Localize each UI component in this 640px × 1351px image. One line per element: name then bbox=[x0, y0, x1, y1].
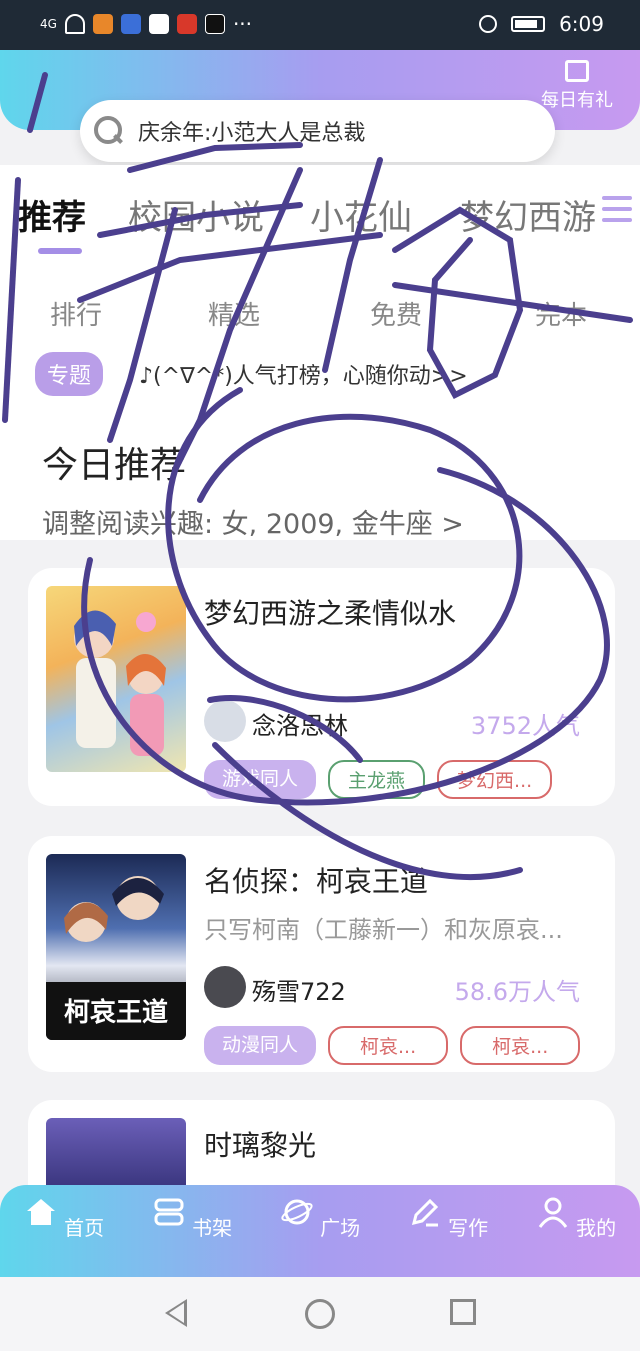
book-description: 只写柯南（工藤新一）和灰原哀... bbox=[204, 916, 563, 944]
author-name: 殇雪722 bbox=[252, 978, 346, 1006]
status-right: 6:09 bbox=[479, 12, 604, 36]
book-card[interactable]: 梦幻西游之柔情似水 念洛思林 3752人气 游戏同人 主龙燕 梦幻西... bbox=[28, 568, 615, 806]
category-menu-icon[interactable] bbox=[602, 196, 632, 229]
status-icons: 4G ··· bbox=[40, 12, 252, 36]
bookshelf-icon bbox=[154, 1198, 184, 1226]
book-title: 名侦探：柯哀王道 bbox=[204, 865, 429, 898]
popularity: 3752人气 bbox=[470, 712, 580, 740]
tab-recommend[interactable]: 推荐 bbox=[18, 190, 86, 239]
sub-navigation: 排行 精选 免费 完本 bbox=[0, 295, 640, 335]
system-nav-bar bbox=[0, 1277, 640, 1351]
popularity: 58.6万人气 bbox=[454, 978, 580, 1006]
bottom-navigation: 首页 书架 广场 写作 我的 bbox=[0, 1185, 640, 1277]
subnav-completed[interactable]: 完本 bbox=[535, 295, 587, 332]
topic-badge: 专题 bbox=[35, 352, 104, 396]
category-tabs: 推荐 校园小说 小花仙 梦幻西游 bbox=[0, 190, 640, 250]
home-circle-icon[interactable] bbox=[305, 1299, 335, 1329]
topic-text: ♪(^∇^*)人气打榜，心随你动>> bbox=[139, 364, 468, 389]
tab-menghuan-xiyou[interactable]: 梦幻西游 bbox=[460, 190, 596, 239]
search-placeholder: 庆余年:小范大人是总裁 bbox=[138, 121, 366, 146]
status-bar: 4G ··· 6:09 bbox=[0, 0, 640, 50]
pencil-icon bbox=[411, 1198, 438, 1227]
tag[interactable]: 梦幻西... bbox=[437, 760, 553, 799]
active-tab-indicator bbox=[38, 248, 82, 254]
app-notification-icon bbox=[148, 14, 169, 34]
nav-plaza[interactable]: 广场 bbox=[270, 1195, 370, 1241]
tag-list: 游戏同人 主龙燕 梦幻西... bbox=[204, 760, 553, 799]
nav-label: 书架 bbox=[192, 1216, 233, 1240]
signal-indicator: 4G bbox=[40, 17, 57, 31]
app-notification-icon bbox=[120, 14, 141, 34]
subnav-ranking[interactable]: 排行 bbox=[50, 295, 102, 332]
search-bar[interactable]: 庆余年:小范大人是总裁 bbox=[80, 100, 555, 162]
daily-gift-button[interactable]: 每日有礼 bbox=[532, 60, 622, 112]
nav-profile[interactable]: 我的 bbox=[526, 1195, 626, 1241]
clock: 6:09 bbox=[559, 12, 604, 36]
tag[interactable]: 柯哀... bbox=[328, 1026, 449, 1065]
author-row: 念洛思林 3752人气 bbox=[204, 700, 604, 744]
nav-write[interactable]: 写作 bbox=[398, 1195, 498, 1241]
subnav-featured[interactable]: 精选 bbox=[208, 295, 260, 332]
nav-home[interactable]: 首页 bbox=[14, 1195, 114, 1241]
app-notification-icon bbox=[176, 14, 197, 34]
recent-apps-icon[interactable] bbox=[450, 1299, 476, 1325]
gift-icon bbox=[565, 60, 589, 82]
book-card[interactable]: 柯哀王道 名侦探：柯哀王道 只写柯南（工藤新一）和灰原哀... 殇雪722 58… bbox=[28, 836, 615, 1072]
more-icon: ··· bbox=[232, 12, 253, 36]
tag[interactable]: 柯哀... bbox=[460, 1026, 581, 1065]
book-title: 梦幻西游之柔情似水 bbox=[204, 597, 457, 630]
nav-bookshelf[interactable]: 书架 bbox=[142, 1195, 242, 1241]
tag-list: 动漫同人 柯哀... 柯哀... bbox=[204, 1026, 581, 1065]
nav-label: 写作 bbox=[448, 1216, 489, 1240]
book-title: 时璃黎光 bbox=[204, 1129, 317, 1162]
cover-title-text: 柯哀王道 bbox=[63, 998, 168, 1028]
nav-label: 广场 bbox=[320, 1216, 361, 1240]
section-title: 今日推荐 bbox=[42, 445, 187, 486]
app-notification-icon bbox=[92, 14, 113, 34]
author-name: 念洛思林 bbox=[252, 712, 348, 740]
author-row: 殇雪722 58.6万人气 bbox=[204, 966, 604, 1010]
user-icon bbox=[538, 1197, 568, 1228]
book-cover bbox=[46, 586, 186, 772]
tab-campus-novel[interactable]: 校园小说 bbox=[128, 190, 264, 239]
book-cover: 柯哀王道 bbox=[46, 854, 186, 1040]
author-avatar bbox=[204, 966, 246, 1008]
topic-banner[interactable]: 专题 ♪(^∇^*)人气打榜，心随你动>> bbox=[35, 348, 605, 400]
alarm-icon bbox=[479, 15, 498, 33]
home-icon bbox=[26, 1199, 55, 1225]
reading-interest-link[interactable]: 调整阅读兴趣: 女, 2009, 金牛座 > bbox=[42, 502, 464, 541]
author-avatar bbox=[204, 700, 246, 742]
planet-icon bbox=[281, 1199, 313, 1225]
cover-illustration bbox=[74, 610, 166, 756]
subnav-free[interactable]: 免费 bbox=[370, 295, 422, 332]
tag[interactable]: 主龙燕 bbox=[328, 760, 426, 799]
wifi-icon bbox=[64, 14, 85, 34]
back-icon[interactable] bbox=[165, 1299, 187, 1327]
tag[interactable]: 动漫同人 bbox=[204, 1026, 317, 1065]
search-icon bbox=[94, 116, 124, 146]
nav-label: 首页 bbox=[64, 1216, 105, 1240]
tag[interactable]: 游戏同人 bbox=[204, 760, 317, 799]
tab-xiaohuaxian[interactable]: 小花仙 bbox=[310, 190, 412, 239]
battery-icon bbox=[511, 16, 546, 32]
app-notification-icon bbox=[204, 14, 225, 34]
nav-label: 我的 bbox=[576, 1216, 617, 1240]
daily-gift-label: 每日有礼 bbox=[541, 90, 613, 111]
